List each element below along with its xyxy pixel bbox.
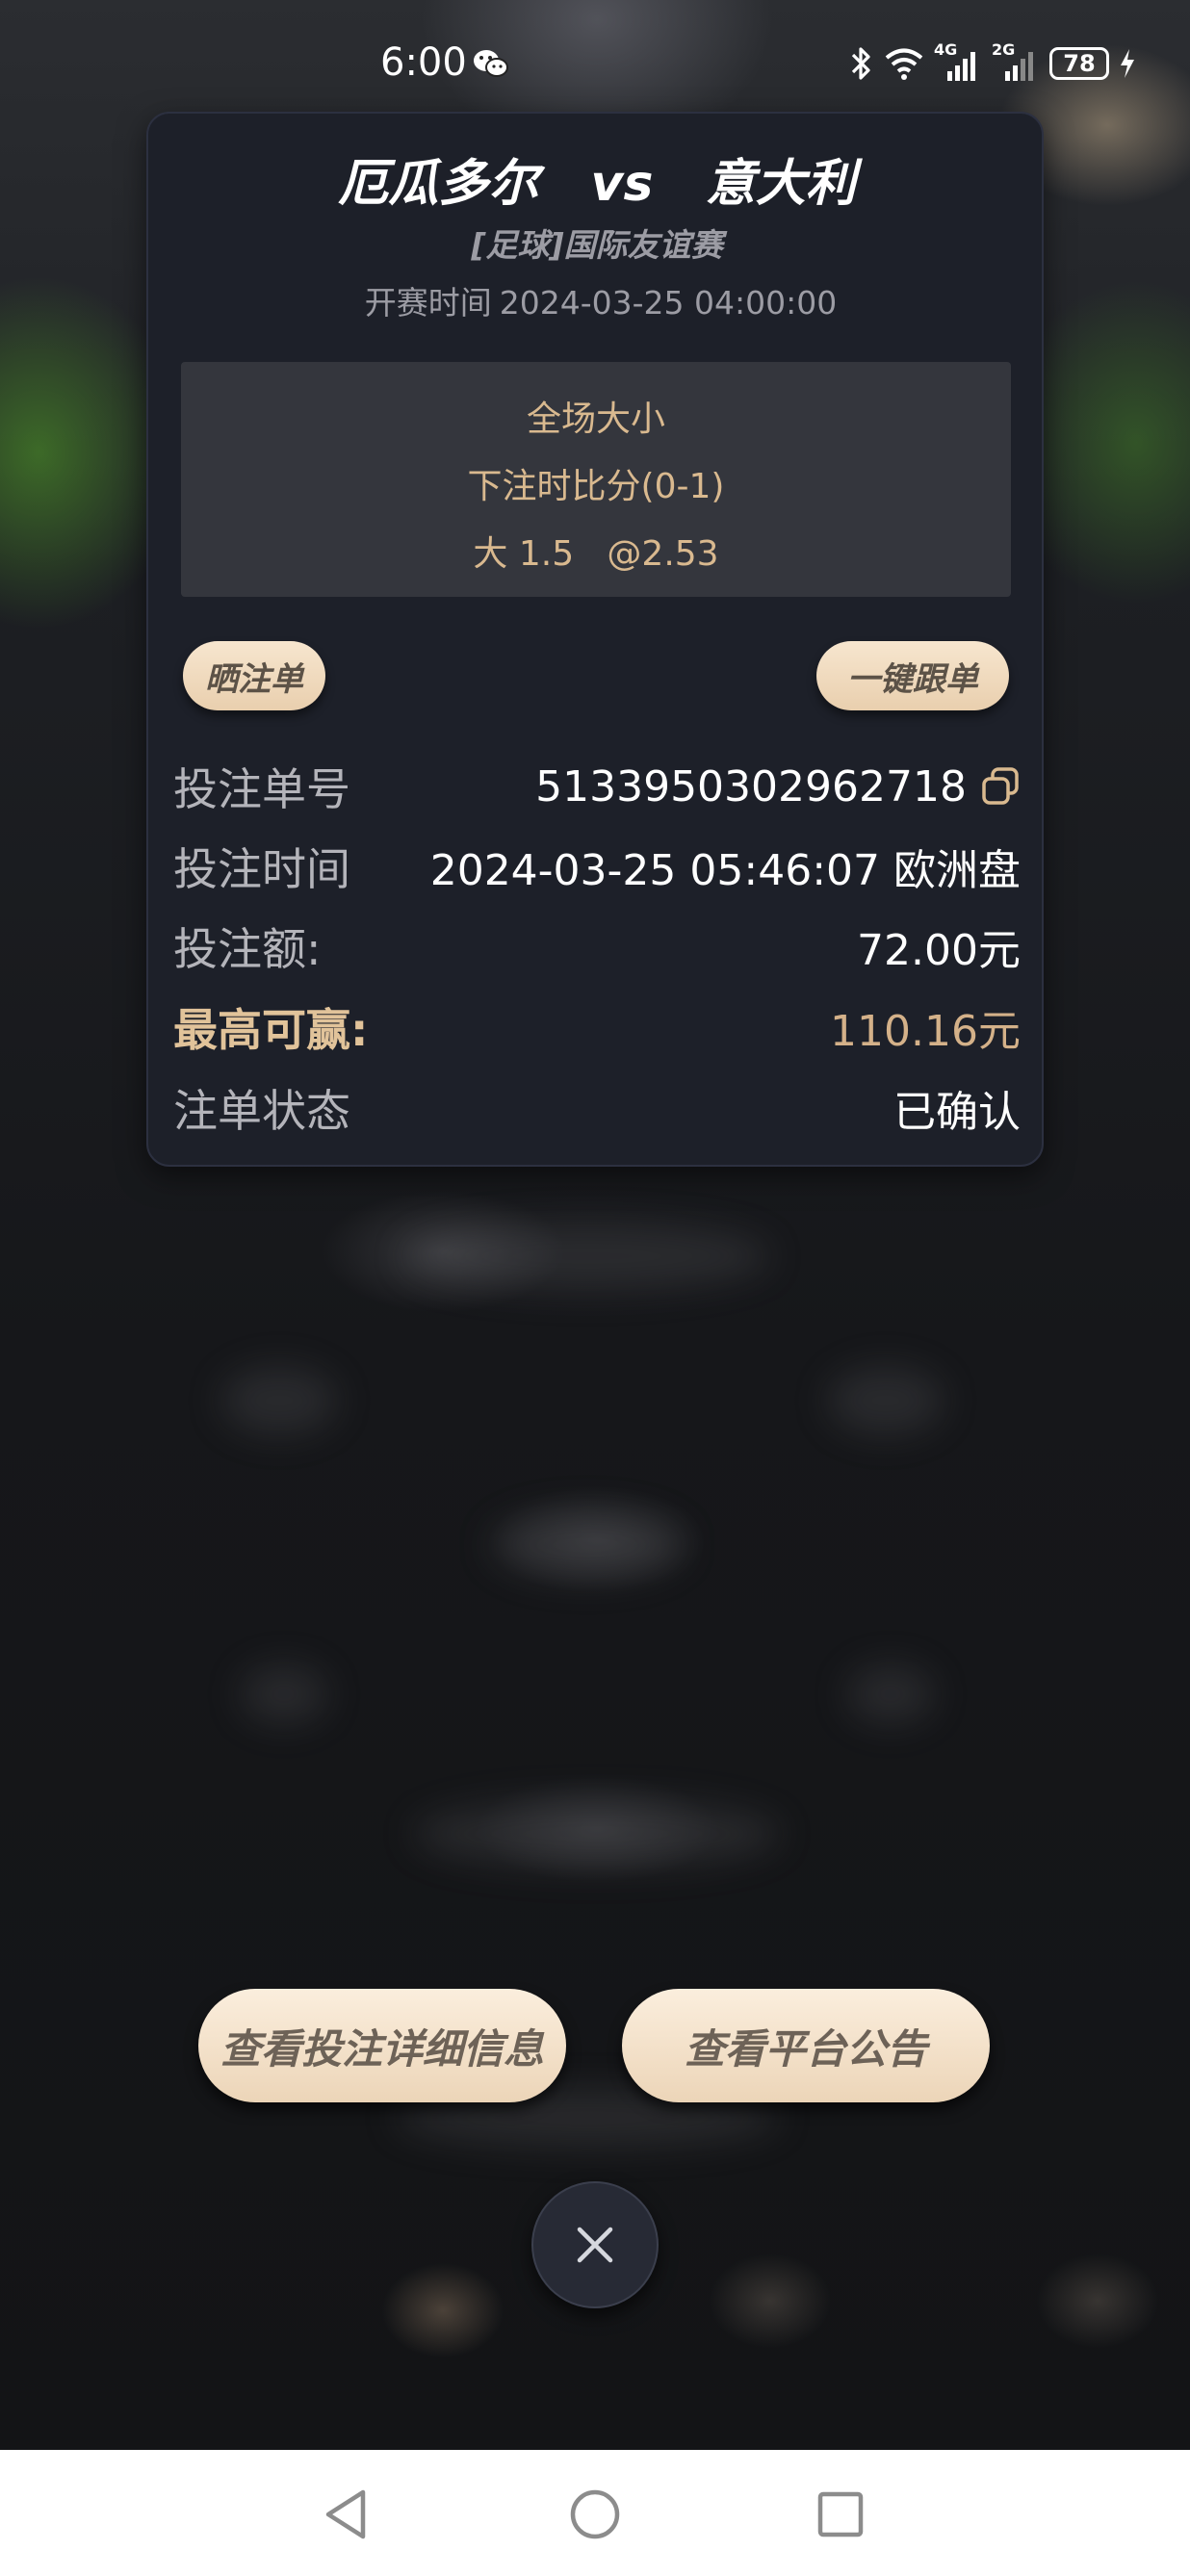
order-number-row: 投注单号 5133950302962718: [173, 753, 1021, 820]
bet-score: 下注时比分(0-1): [467, 467, 725, 506]
order-number-label: 投注单号: [173, 763, 350, 815]
nav-home-button[interactable]: [561, 2481, 629, 2548]
bet-time-value: 2024-03-25 05:46:07 欧洲盘: [429, 846, 1021, 895]
back-triangle-icon: [325, 2489, 366, 2539]
bet-selection-box: 全场大小 下注时比分(0-1) 大 1.5 @2.53: [181, 362, 1011, 597]
view-bet-details-button[interactable]: 查看投注详细信息: [198, 1989, 566, 2102]
battery-indicator: 78: [1049, 47, 1109, 80]
slip-status-row: 注单状态 已确认: [173, 1074, 1021, 1142]
kickoff-value: 2024-03-25 04:00:00: [499, 284, 838, 322]
signal-2g-icon: 2G: [992, 40, 1040, 83]
max-win-row: 最高可赢: 110.16元: [173, 993, 1021, 1061]
slip-status-value: 已确认: [893, 1088, 1021, 1137]
kickoff-time: 开赛时间 2024-03-25 04:00:00: [148, 277, 1046, 323]
kickoff-label: 开赛时间: [364, 284, 492, 322]
close-button[interactable]: [531, 2181, 659, 2308]
bet-amount-value: 72.00元: [857, 926, 1021, 975]
copy-icon[interactable]: [980, 766, 1021, 807]
recents-square-icon: [817, 2491, 864, 2537]
view-platform-notice-button[interactable]: 查看平台公告: [622, 1989, 990, 2102]
signal-4g-icon: 4G: [934, 40, 982, 83]
status-bar: 6:00 4G 2G 78: [0, 0, 1190, 125]
match-title: 厄瓜多尔 vs 意大利: [338, 155, 856, 213]
bet-amount-row: 投注额: 72.00元: [173, 913, 1021, 980]
follow-bet-button[interactable]: 一键跟单: [816, 641, 1009, 710]
home-circle-icon: [570, 2489, 620, 2539]
nav-back-button[interactable]: [313, 2481, 380, 2548]
bet-amount-label: 投注额:: [173, 923, 322, 975]
order-number-value: 5133950302962718: [535, 761, 967, 811]
bluetooth-icon: [851, 47, 870, 80]
bet-odds: 大 1.5 @2.53: [473, 534, 719, 574]
bet-time-row: 投注时间 2024-03-25 05:46:07 欧洲盘: [173, 833, 1021, 900]
slip-status-label: 注单状态: [173, 1085, 350, 1137]
charging-icon: [1121, 49, 1134, 78]
max-win-value: 110.16元: [830, 1007, 1021, 1056]
close-icon: [577, 2227, 613, 2263]
bet-slip-card: 厄瓜多尔 vs 意大利 [足球]国际友谊赛 开赛时间 2024-03-25 04:…: [146, 112, 1044, 1167]
bet-time-label: 投注时间: [173, 843, 350, 895]
wifi-icon: [885, 48, 923, 80]
system-nav-bar: [0, 2450, 1190, 2576]
bet-market: 全场大小: [526, 399, 665, 439]
league-name: [足球]国际友谊赛: [471, 226, 723, 264]
status-time: 6:00: [380, 40, 467, 85]
share-slip-button[interactable]: 晒注单: [183, 641, 325, 710]
nav-recents-button[interactable]: [807, 2481, 874, 2548]
max-win-label: 最高可赢:: [173, 1004, 369, 1056]
wechat-icon: [474, 50, 508, 77]
